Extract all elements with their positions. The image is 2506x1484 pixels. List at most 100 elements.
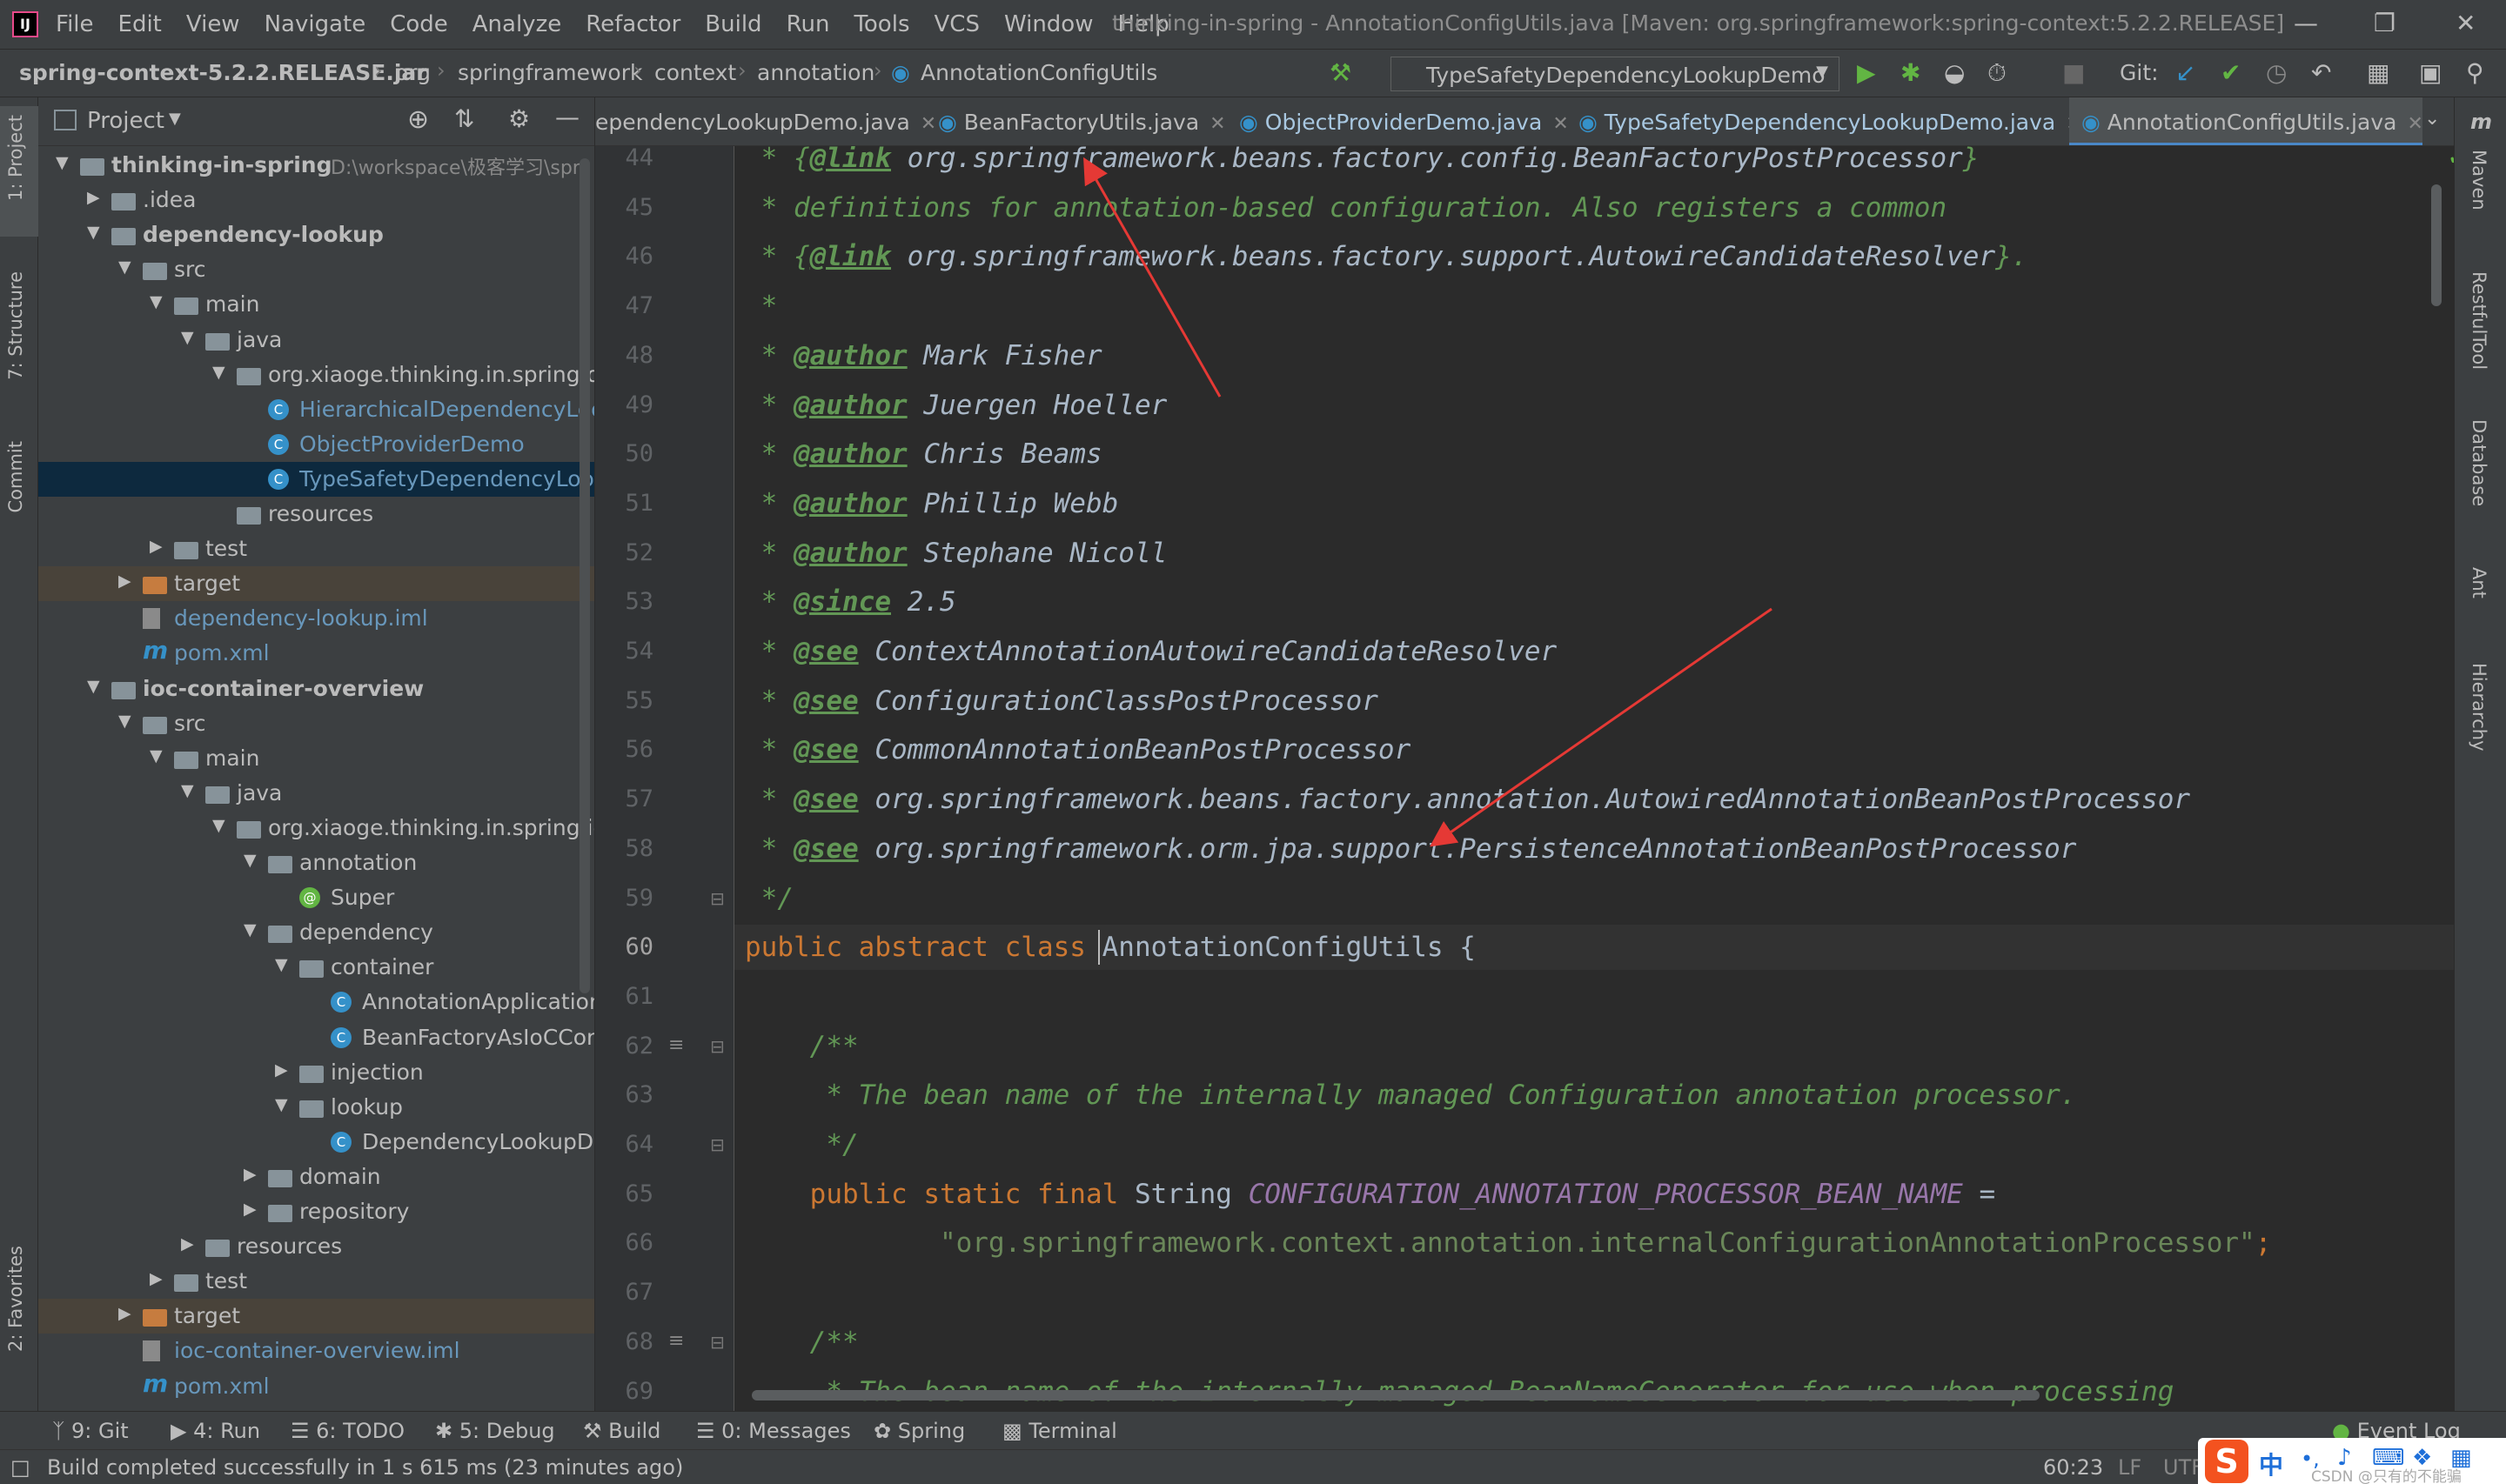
expanded-arrow-icon[interactable]: ▼ <box>275 955 288 974</box>
expanded-arrow-icon[interactable]: ▼ <box>118 712 131 731</box>
menu-code[interactable]: Code <box>390 11 448 37</box>
tree-node[interactable]: m pom.xml <box>38 636 594 671</box>
close-icon[interactable]: ✕ <box>1552 113 1568 135</box>
minimize-icon[interactable]: — <box>2294 9 2318 37</box>
chevron-down-icon[interactable]: ▼ <box>169 110 181 128</box>
expanded-arrow-icon[interactable]: ▼ <box>244 851 257 870</box>
expanded-arrow-icon[interactable]: ▼ <box>212 363 225 382</box>
collapse-all-icon[interactable]: ⇅ <box>454 104 474 133</box>
menu-file[interactable]: File <box>56 11 94 37</box>
expanded-arrow-icon[interactable]: ▼ <box>212 816 225 835</box>
breadcrumb-class[interactable]: AnnotationConfigUtils <box>921 60 1157 85</box>
run-configuration-select[interactable]: TypeSafetyDependencyLookupDemo ▼ <box>1390 57 1839 91</box>
git-update-icon[interactable]: ↙ <box>2175 58 2195 87</box>
profile-icon[interactable]: ⏱ <box>1987 58 2007 88</box>
breadcrumb-springframework[interactable]: springframework <box>458 60 642 85</box>
project-view-select[interactable]: Project <box>87 108 164 134</box>
tree-node[interactable]: C HierarchicalDependencyLooku <box>38 392 594 427</box>
tool-run[interactable]: ▶ 4: Run <box>171 1419 260 1443</box>
expanded-arrow-icon[interactable]: ▼ <box>275 1095 288 1114</box>
menu-tools[interactable]: Tools <box>854 11 909 37</box>
debug-icon[interactable]: ✱ <box>1900 58 1920 87</box>
tool-todo[interactable]: ☰ 6: TODO <box>291 1419 405 1443</box>
tree-node[interactable]: ▼ dependency-lookup <box>38 217 594 252</box>
tree-node[interactable]: ▼ dependency <box>38 915 594 950</box>
tabs-dropdown-icon[interactable]: ⌄ <box>2424 108 2440 130</box>
menu-analyze[interactable]: Analyze <box>472 11 561 37</box>
collapsed-arrow-icon[interactable]: ▶ <box>244 1200 257 1219</box>
tool-tab-ant[interactable]: Ant <box>2469 567 2489 598</box>
collapsed-arrow-icon[interactable]: ▶ <box>150 1269 163 1288</box>
settings-gear-icon[interactable]: ⚙ <box>508 104 530 133</box>
tree-node[interactable]: ▼ src <box>38 706 594 741</box>
tool-build[interactable]: ⚒ Build <box>583 1419 660 1443</box>
menu-refactor[interactable]: Refactor <box>586 11 680 37</box>
close-icon[interactable]: ✕ <box>1209 113 1225 135</box>
tab-dependency-lookup-demo[interactable]: ependencyLookupDemo.java ✕ <box>595 97 936 145</box>
tool-tab-project[interactable]: 1: Project <box>5 115 26 201</box>
collapsed-arrow-icon[interactable]: ▶ <box>150 537 163 556</box>
collapsed-arrow-icon[interactable]: ▶ <box>87 188 100 207</box>
menu-navigate[interactable]: Navigate <box>265 11 366 37</box>
tree-node[interactable]: ▶ resources <box>38 1229 594 1264</box>
tree-node[interactable]: C TypeSafetyDependencyLooku <box>38 461 594 497</box>
tool-tab-maven[interactable]: Maven <box>2469 150 2489 211</box>
ime-toolbar[interactable]: S 中 •, ♪ ⌨ ❖ ▦ CSDN @只有的不能骗 <box>2198 1438 2506 1484</box>
tool-tab-structure[interactable]: 7: Structure <box>5 271 26 380</box>
tree-node[interactable]: C AnnotationApplicationC <box>38 985 594 1019</box>
git-commit-icon[interactable]: ✔ <box>2221 58 2241 87</box>
tree-node[interactable]: C DependencyLookupDer <box>38 1125 594 1160</box>
expanded-arrow-icon[interactable]: ▼ <box>87 223 100 242</box>
tree-node[interactable]: C BeanFactoryAsIoCConta <box>38 1020 594 1055</box>
expanded-arrow-icon[interactable]: ▼ <box>118 257 131 277</box>
tree-node[interactable]: m pom.xml <box>38 1369 594 1404</box>
tab-bean-factory-utils[interactable]: ◉ BeanFactoryUtils.java ✕ <box>938 97 1265 145</box>
tree-node[interactable]: ▼ lookup <box>38 1090 594 1125</box>
tree-node[interactable]: C ObjectProviderDemo <box>38 427 594 462</box>
tool-tab-favorites[interactable]: 2: Favorites <box>5 1246 26 1352</box>
tree-node[interactable]: ▶ repository <box>38 1194 594 1229</box>
build-hammer-icon[interactable]: ⚒ <box>1330 58 1351 87</box>
hide-panel-icon[interactable]: — <box>555 103 580 131</box>
expanded-arrow-icon[interactable]: ▼ <box>181 328 194 347</box>
tree-node[interactable]: ▼ container <box>38 950 594 985</box>
close-icon[interactable]: ✕ <box>2407 113 2422 135</box>
tree-node[interactable]: dependency-lookup.iml <box>38 601 594 636</box>
editor-vertical-scrollbar[interactable] <box>2431 184 2442 306</box>
run-icon[interactable]: ▶ <box>1857 58 1876 87</box>
stop-icon[interactable]: ■ <box>2062 58 2085 87</box>
ime-mode[interactable]: 中 <box>2259 1447 2283 1481</box>
line-separator[interactable]: LF <box>2118 1455 2141 1480</box>
project-structure-icon[interactable]: ▦ <box>2367 58 2389 87</box>
tree-node[interactable]: ▶ injection <box>38 1055 594 1090</box>
tool-tab-commit[interactable]: Commit <box>5 441 26 513</box>
tab-object-provider-demo[interactable]: ◉ ObjectProviderDemo.java ✕ <box>1239 97 1570 145</box>
menu-view[interactable]: View <box>186 11 240 37</box>
menu-build[interactable]: Build <box>705 11 761 37</box>
code-view[interactable]: * {@link org.springframework.beans.facto… <box>734 146 2454 1411</box>
tree-scrollbar[interactable] <box>580 158 590 993</box>
fold-icon[interactable]: ⊟ <box>710 1036 725 1057</box>
tool-debug[interactable]: ✱ 5: Debug <box>435 1419 555 1443</box>
tab-type-safety-lookup-demo[interactable]: ◉ TypeSafetyDependencyLookupDemo.java✕ <box>1578 97 2082 145</box>
tree-node[interactable]: ▼ thinking-in-spring D:\workspace\极客学习\spr… <box>38 148 594 183</box>
tree-node[interactable]: ▶ .idea <box>38 183 594 217</box>
collapsed-arrow-icon[interactable]: ▶ <box>181 1234 194 1253</box>
restore-icon[interactable]: ❐ <box>2374 9 2395 37</box>
tool-tab-hierarchy[interactable]: Hierarchy <box>2469 663 2489 752</box>
coverage-icon[interactable]: ◒ <box>1944 58 1965 87</box>
breadcrumb-jar[interactable]: spring-context-5.2.2.RELEASE.jar <box>19 60 427 85</box>
tool-tab-restfultool[interactable]: RestfulTool <box>2469 271 2489 370</box>
search-icon[interactable]: ⚲ <box>2466 58 2484 87</box>
tree-node[interactable]: ▶ test <box>38 1264 594 1299</box>
breadcrumb-context[interactable]: context <box>654 60 736 85</box>
render-doc-icon[interactable]: ≡ <box>668 1330 684 1352</box>
tree-node[interactable]: ioc-container-overview.iml <box>38 1334 594 1368</box>
tool-tab-database[interactable]: Database <box>2469 419 2489 506</box>
tree-node[interactable]: ▶ test <box>38 531 594 566</box>
expanded-arrow-icon[interactable]: ▼ <box>150 292 163 311</box>
collapsed-arrow-icon[interactable]: ▶ <box>275 1060 288 1080</box>
tree-node[interactable]: ▶ target <box>38 1299 594 1334</box>
fold-icon[interactable]: ⊟ <box>710 1134 725 1155</box>
tool-spring[interactable]: ✿ Spring <box>874 1419 965 1443</box>
